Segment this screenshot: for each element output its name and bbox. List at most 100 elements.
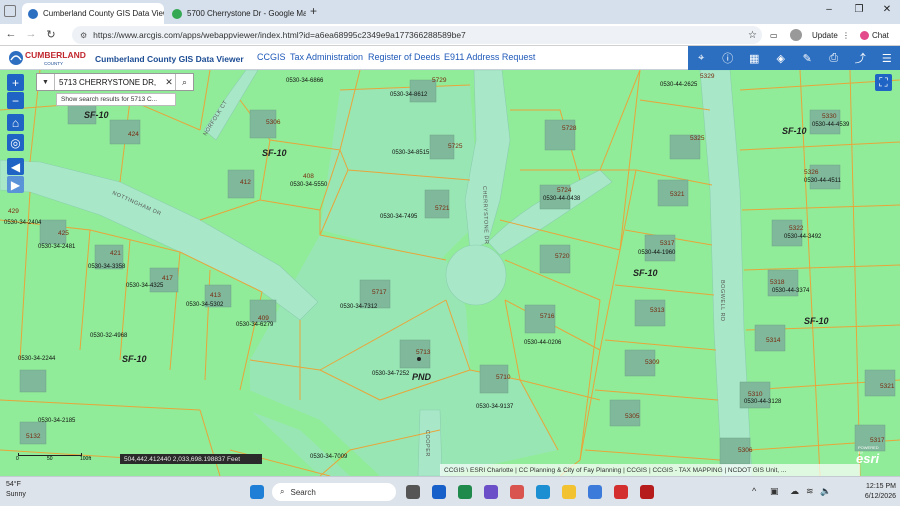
zone-label: SF-10 xyxy=(122,354,147,364)
parcel-pin-label: 0530-44-0206 xyxy=(524,340,562,346)
search-icon[interactable]: ⌕ xyxy=(175,74,193,90)
parcel-address-label: 5322 xyxy=(789,225,804,232)
previous-extent-icon[interactable]: ◀ xyxy=(7,158,24,175)
wifi-icon[interactable]: ≋ xyxy=(806,486,814,497)
basemap-icon[interactable]: ▦ xyxy=(745,49,763,67)
share-icon[interactable]: ⤴ xyxy=(851,49,869,67)
app-m-icon[interactable] xyxy=(640,485,654,499)
update-button[interactable]: Update xyxy=(812,27,838,43)
maps-icon xyxy=(172,8,182,19)
parcel-address-label: 5329 xyxy=(700,73,715,80)
tab-google-maps[interactable]: 5700 Cherrystone Dr - Google Ma ✕ xyxy=(166,3,306,24)
taskbar-search-label: Search xyxy=(290,487,316,497)
locate-icon[interactable]: ◎ xyxy=(7,134,24,151)
tray-cloud-icon[interactable]: ☁ xyxy=(790,486,799,497)
pnd-area-north xyxy=(320,85,480,260)
minimize-icon[interactable]: – xyxy=(820,4,838,15)
parcel-address-label: 424 xyxy=(128,131,139,138)
windows-start-icon[interactable] xyxy=(250,485,264,499)
street-label: COOPER xyxy=(424,430,430,457)
parcel-address-label: 5325 xyxy=(690,135,705,142)
parcel-pin-label: 0530-34-7312 xyxy=(340,304,378,310)
reload-icon[interactable]: ↻ xyxy=(44,28,58,41)
parcel-address-label: 5721 xyxy=(435,205,450,212)
fullscreen-icon[interactable]: ⛶ xyxy=(875,74,892,91)
parcel-address-label: 5317 xyxy=(660,240,675,247)
parcel-pin-label: 0530-44-0438 xyxy=(543,196,581,202)
excel-icon[interactable] xyxy=(458,485,472,499)
parcel-address-label: 5729 xyxy=(432,77,447,84)
cul-de-sac xyxy=(445,244,507,306)
profile-avatar[interactable] xyxy=(790,27,802,43)
zoom-in-button[interactable]: + xyxy=(7,74,24,91)
volume-icon[interactable]: 🔈 xyxy=(820,486,831,497)
menu-icon[interactable]: ☰ xyxy=(878,49,896,67)
parcel-pin-label: 0530-44-2625 xyxy=(660,82,698,88)
task-view-icon[interactable] xyxy=(406,485,420,499)
tray-chevron-icon[interactable]: ^ xyxy=(752,486,756,496)
more-menu-icon[interactable]: ⋮ xyxy=(842,27,850,43)
tab-gis-viewer[interactable]: Cumberland County GIS Data Viewer ✕ xyxy=(22,3,164,24)
app-l-icon[interactable] xyxy=(614,485,628,499)
new-tab-button[interactable]: + xyxy=(310,4,317,18)
toolbar: ⌖ ⓘ ▦ ◈ ✎ ⎙ ⤴ ☰ xyxy=(688,46,900,70)
restore-icon[interactable]: ❐ xyxy=(850,4,868,15)
parcel-pin-label: 0530-34-2404 xyxy=(4,220,42,226)
link-ccgis[interactable]: CCGIS xyxy=(257,52,286,62)
clear-search-icon[interactable]: ✕ xyxy=(163,77,175,88)
parcel-pin-label: 0530-44-3374 xyxy=(772,288,810,294)
print-icon[interactable]: ⎙ xyxy=(825,49,843,67)
zoom-out-button[interactable]: − xyxy=(7,92,24,109)
outlook-icon[interactable] xyxy=(432,485,446,499)
selected-point xyxy=(417,357,421,361)
search-input[interactable] xyxy=(55,77,163,87)
tray-app-icon[interactable]: ▣ xyxy=(770,486,779,497)
info-icon[interactable]: ⓘ xyxy=(719,49,737,67)
edge-icon[interactable] xyxy=(536,485,550,499)
close-window-icon[interactable]: ✕ xyxy=(878,4,896,15)
esri-powered: POWERED BY xyxy=(858,445,879,455)
link-register-of-deeds[interactable]: Register of Deeds xyxy=(368,52,440,62)
store-icon[interactable] xyxy=(588,485,602,499)
extensions-icon[interactable]: ▭ xyxy=(770,27,778,43)
parcel-pin-label: 0530-44-1960 xyxy=(638,250,676,256)
chat-button[interactable]: Chat xyxy=(860,27,889,43)
back-icon[interactable]: ← xyxy=(4,28,18,40)
chat-label: Chat xyxy=(872,30,889,40)
teams-icon[interactable] xyxy=(484,485,498,499)
home-icon[interactable]: ⌂ xyxy=(7,114,24,131)
tab-actions-icon[interactable] xyxy=(4,5,16,17)
taskbar: 54°F Sunny ⌕ Search ^ ▣ ☁ ≋ 🔈 12:15 PM 6… xyxy=(0,476,900,506)
copilot-app-icon[interactable] xyxy=(510,485,524,499)
parcel-address-label: 5318 xyxy=(770,279,785,286)
parcel-pin-label: 0530-44-3128 xyxy=(744,399,782,405)
map-view[interactable]: SF-10 SF-10 SF-10 SF-10 SF-10 SF-10 PND … xyxy=(0,70,900,476)
file-explorer-icon[interactable] xyxy=(562,485,576,499)
draw-icon[interactable]: ✎ xyxy=(798,49,816,67)
parcel-address-label: 429 xyxy=(8,208,19,215)
tab-title: 5700 Cherrystone Dr - Google Ma xyxy=(187,9,306,18)
cumberland-logo[interactable]: CUMBERLAND COUNTY xyxy=(8,48,90,68)
link-tax-administration[interactable]: Tax Administration xyxy=(290,52,363,62)
clock[interactable]: 12:15 PM 6/12/2026 xyxy=(840,482,896,502)
link-e911-address-request[interactable]: E911 Address Request xyxy=(444,52,535,62)
taskbar-search[interactable]: ⌕ Search xyxy=(272,483,396,501)
forward-icon[interactable]: → xyxy=(24,28,38,40)
weather-widget[interactable]: 54°F Sunny xyxy=(6,480,26,500)
clock-date: 6/12/2026 xyxy=(864,493,896,500)
bookmark-star-icon[interactable]: ☆ xyxy=(748,27,757,43)
site-info-icon[interactable]: ⚙ xyxy=(80,31,87,40)
parcel-address-label: 409 xyxy=(258,315,269,322)
parcel-pin-label: 0530-34-9137 xyxy=(476,404,514,410)
url-field[interactable]: ⚙ https://www.arcgis.com/apps/webappview… xyxy=(72,26,762,44)
parcel-address-label: 412 xyxy=(240,179,251,186)
next-extent-icon[interactable]: ▶ xyxy=(7,176,24,193)
zone-label: SF-10 xyxy=(633,268,658,278)
parcel-pin-label: 0530-34-7009 xyxy=(310,454,348,460)
layers-icon[interactable]: ◈ xyxy=(772,49,790,67)
search-source-dropdown[interactable]: ▼ xyxy=(37,74,55,90)
parcel-map[interactable]: SF-10 SF-10 SF-10 SF-10 SF-10 SF-10 PND … xyxy=(0,70,900,476)
copilot-icon xyxy=(860,30,869,40)
measure-tool-icon[interactable]: ⌖ xyxy=(692,49,710,67)
search-suggestion[interactable]: Show search results for 5713 C... xyxy=(56,93,176,106)
